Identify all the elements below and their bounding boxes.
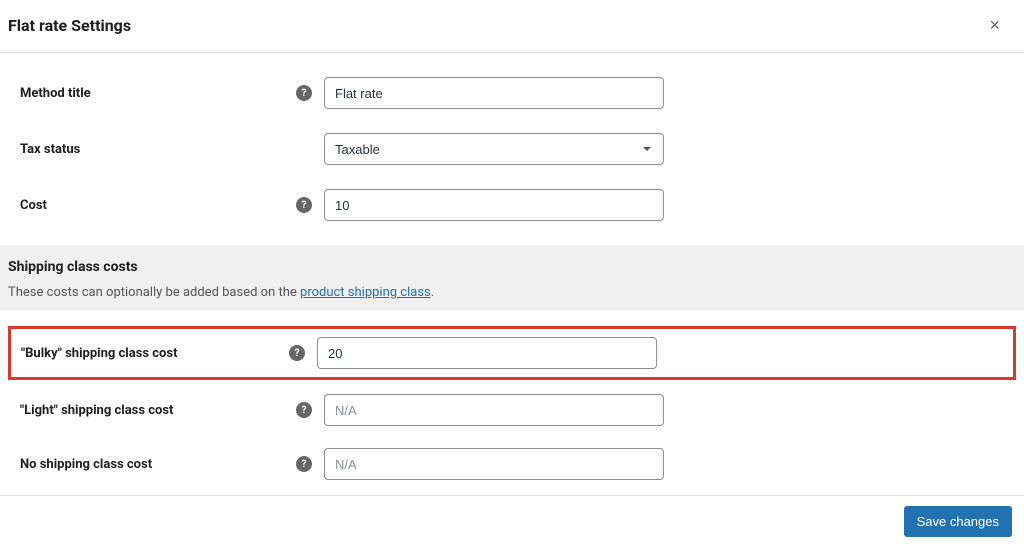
no-class-label-cell: No shipping class cost ?	[20, 456, 324, 472]
no-class-cost-row: No shipping class cost ?	[0, 440, 1024, 488]
bulky-label-cell: "Bulky" shipping class cost ?	[21, 345, 317, 361]
help-icon[interactable]: ?	[289, 345, 305, 361]
cost-label-cell: Cost ?	[20, 197, 324, 213]
method-title-row: Method title ?	[0, 69, 1024, 117]
no-class-label: No shipping class cost	[20, 457, 152, 472]
modal-header: Flat rate Settings ×	[0, 0, 1024, 53]
light-input-cell	[324, 394, 664, 426]
modal: Flat rate Settings × Method title ? Tax …	[0, 0, 1024, 506]
shipping-class-header: Shipping class costs These costs can opt…	[0, 245, 1024, 310]
light-cost-input[interactable]	[324, 394, 664, 426]
modal-body: Method title ? Tax status Taxable	[0, 53, 1024, 505]
cost-label: Cost	[20, 198, 47, 213]
general-settings-section: Method title ? Tax status Taxable	[0, 53, 1024, 245]
method-title-label: Method title	[20, 86, 91, 101]
shipping-class-title: Shipping class costs	[8, 259, 1016, 275]
tax-status-select[interactable]: Taxable	[324, 133, 664, 165]
desc-prefix: These costs can optionally be added base…	[8, 285, 300, 300]
shipping-class-desc: These costs can optionally be added base…	[8, 285, 1016, 300]
modal-title: Flat rate Settings	[8, 16, 131, 35]
method-title-input-cell	[324, 77, 664, 109]
tax-status-row: Tax status Taxable	[0, 125, 1024, 173]
cost-input[interactable]	[324, 189, 664, 221]
cost-input-cell	[324, 189, 664, 221]
bulky-class-cost-row: "Bulky" shipping class cost ?	[8, 326, 1016, 380]
light-label: "Light" shipping class cost	[20, 403, 173, 418]
help-icon[interactable]: ?	[296, 197, 312, 213]
help-icon[interactable]: ?	[296, 85, 312, 101]
light-class-cost-row: "Light" shipping class cost ?	[0, 386, 1024, 434]
help-icon[interactable]: ?	[296, 456, 312, 472]
light-label-cell: "Light" shipping class cost ?	[20, 402, 324, 418]
shipping-class-costs-section: "Bulky" shipping class cost ? "Light" sh…	[0, 310, 1024, 505]
product-shipping-class-link[interactable]: product shipping class	[300, 285, 431, 300]
save-changes-button[interactable]: Save changes	[904, 506, 1012, 537]
desc-suffix: .	[431, 285, 434, 300]
help-icon[interactable]: ?	[296, 402, 312, 418]
tax-status-label: Tax status	[20, 142, 80, 157]
no-class-input-cell	[324, 448, 664, 480]
tax-status-label-cell: Tax status	[20, 142, 324, 157]
modal-footer: Save changes	[0, 495, 1024, 547]
bulky-input-cell	[317, 337, 657, 369]
cost-row: Cost ?	[0, 181, 1024, 229]
tax-status-input-cell: Taxable	[324, 133, 664, 165]
method-title-label-cell: Method title ?	[20, 85, 324, 101]
close-button[interactable]: ×	[981, 12, 1008, 38]
no-class-cost-input[interactable]	[324, 448, 664, 480]
method-title-input[interactable]	[324, 77, 664, 109]
bulky-cost-input[interactable]	[317, 337, 657, 369]
bulky-label: "Bulky" shipping class cost	[21, 346, 177, 361]
